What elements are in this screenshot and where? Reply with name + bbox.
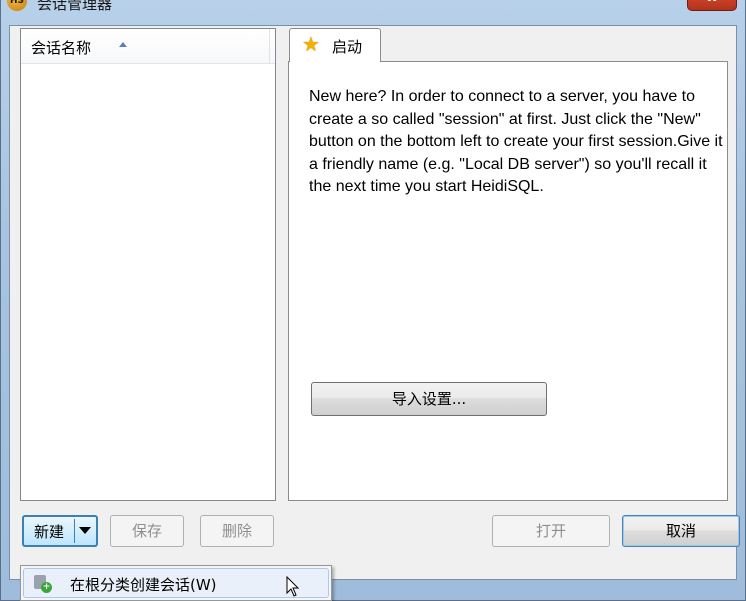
new-dropdown-arrow[interactable] — [75, 517, 96, 545]
intro-text: New here? In order to connect to a serve… — [309, 88, 723, 195]
session-tree[interactable]: 会话名称 — [20, 28, 276, 501]
import-settings-button[interactable]: 导入设置... — [311, 382, 547, 416]
delete-button[interactable]: 删除 — [200, 515, 274, 547]
title-bar: HS 会话管理器 x — [1, 0, 745, 17]
new-button[interactable]: 新建 — [26, 520, 72, 544]
menu-item-create-session-in-root[interactable]: + 在根分类创建会话(W) — [23, 568, 329, 598]
dialog-client-area: 会话名称 ★ 启动 New here? In order to connect … — [9, 25, 740, 580]
mouse-cursor-icon — [286, 576, 300, 597]
window-title: 会话管理器 — [37, 0, 113, 13]
tab-start[interactable]: ★ 启动 — [289, 28, 381, 62]
new-split-button: 新建 — [22, 515, 98, 547]
tab-control: ★ 启动 New here? In order to connect to a … — [288, 28, 728, 501]
column-header-label: 会话名称 — [31, 39, 92, 57]
menu-item-label: 在根分类创建会话(W) — [70, 576, 217, 594]
column-header-session-name[interactable]: 会话名称 — [21, 29, 270, 63]
session-tree-header: 会话名称 — [21, 29, 275, 64]
save-button[interactable]: 保存 — [110, 515, 184, 547]
plus-icon: + — [41, 582, 52, 593]
session-manager-window: HS 会话管理器 x 会话名称 ★ 启动 New here? In order … — [0, 0, 746, 601]
chevron-down-icon — [79, 527, 91, 534]
tab-label: 启动 — [332, 38, 363, 56]
close-button[interactable]: x — [687, 0, 737, 11]
sort-ascending-icon — [119, 42, 127, 47]
star-icon: ★ — [302, 32, 320, 56]
start-tab-panel: New here? In order to connect to a serve… — [288, 61, 728, 501]
open-button[interactable]: 打开 — [492, 515, 610, 547]
heidisql-app-icon: HS — [7, 0, 27, 11]
cancel-button[interactable]: 取消 — [622, 515, 740, 547]
